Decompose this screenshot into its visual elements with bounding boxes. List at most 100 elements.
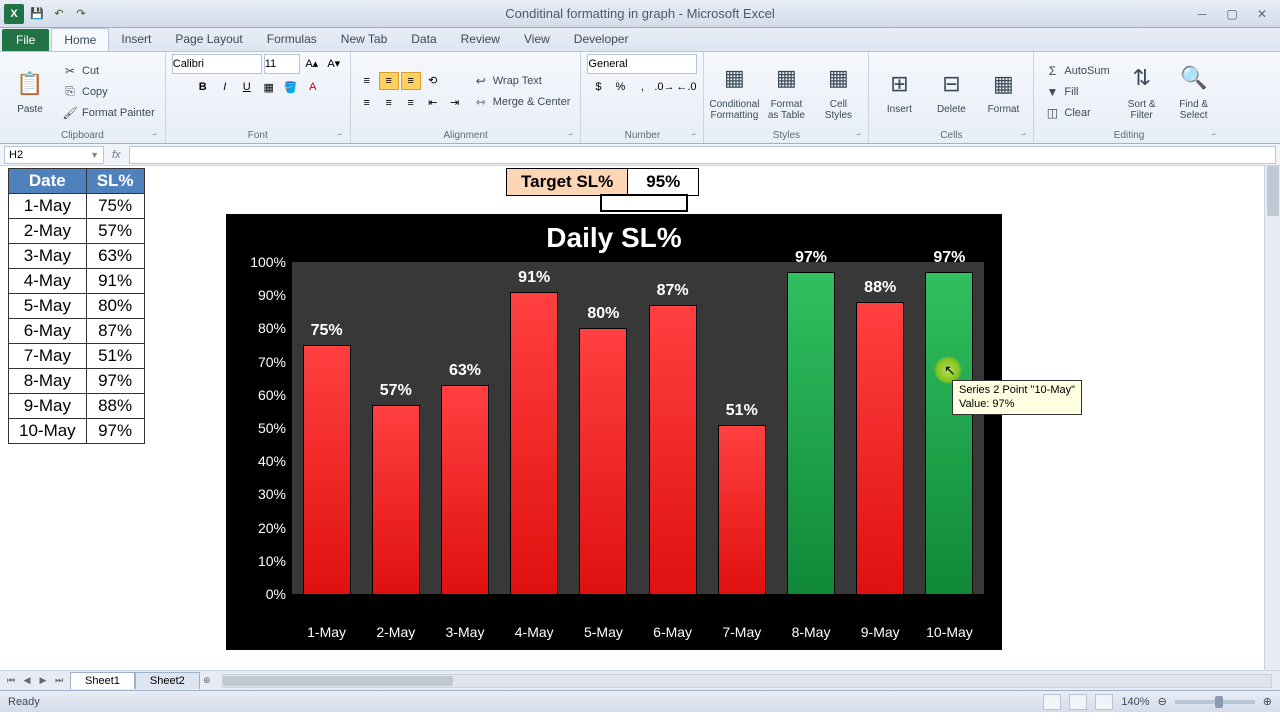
- table-cell[interactable]: 1-May: [9, 194, 87, 219]
- normal-view-button[interactable]: [1043, 694, 1061, 710]
- sheet-nav-next[interactable]: ▶: [36, 674, 50, 688]
- undo-icon[interactable]: ↶: [50, 5, 68, 23]
- chart-bar[interactable]: 97%: [925, 272, 973, 594]
- table-cell[interactable]: 91%: [86, 269, 144, 294]
- table-cell[interactable]: 57%: [86, 219, 144, 244]
- ribbon-tab-new-tab[interactable]: New Tab: [329, 28, 399, 51]
- merge-center-button[interactable]: ⇿Merge & Center: [469, 92, 575, 112]
- percent-button[interactable]: %: [610, 78, 630, 96]
- table-cell[interactable]: 88%: [86, 394, 144, 419]
- horizontal-scrollbar[interactable]: [222, 674, 1272, 688]
- dec-decimal-button[interactable]: ←.0: [676, 78, 696, 96]
- plot-area[interactable]: 75%57%63%91%80%87%51%97%88%97%: [292, 262, 984, 594]
- table-row[interactable]: 10-May97%: [9, 419, 145, 444]
- table-row[interactable]: 3-May63%: [9, 244, 145, 269]
- table-cell[interactable]: 97%: [86, 419, 144, 444]
- ribbon-tab-home[interactable]: Home: [51, 28, 109, 51]
- currency-button[interactable]: $: [588, 78, 608, 96]
- table-cell[interactable]: 7-May: [9, 344, 87, 369]
- table-cell[interactable]: 8-May: [9, 369, 87, 394]
- table-row[interactable]: 2-May57%: [9, 219, 145, 244]
- minimize-button[interactable]: ─: [1188, 4, 1216, 24]
- scroll-thumb[interactable]: [1267, 166, 1279, 216]
- ribbon-tab-data[interactable]: Data: [399, 28, 448, 51]
- indent-dec-button[interactable]: ⇤: [423, 94, 443, 112]
- bold-button[interactable]: B: [193, 78, 213, 96]
- table-cell[interactable]: 6-May: [9, 319, 87, 344]
- table-cell[interactable]: 97%: [86, 369, 144, 394]
- close-button[interactable]: ✕: [1248, 4, 1276, 24]
- format-painter-button[interactable]: 🖌Format Painter: [58, 103, 159, 123]
- page-break-view-button[interactable]: [1095, 694, 1113, 710]
- redo-icon[interactable]: ↷: [72, 5, 90, 23]
- table-row[interactable]: 5-May80%: [9, 294, 145, 319]
- ribbon-tab-page-layout[interactable]: Page Layout: [163, 28, 254, 51]
- ribbon-tab-view[interactable]: View: [512, 28, 562, 51]
- table-cell[interactable]: 10-May: [9, 419, 87, 444]
- ribbon-tab-formulas[interactable]: Formulas: [255, 28, 329, 51]
- orientation-button[interactable]: ⟲: [423, 72, 443, 90]
- sheet-nav-first[interactable]: ⏮: [4, 674, 18, 688]
- number-format-select[interactable]: [587, 54, 697, 74]
- sort-filter-button[interactable]: ⇅Sort & Filter: [1118, 61, 1166, 123]
- chart-bar[interactable]: 91%: [510, 292, 558, 594]
- table-cell[interactable]: 51%: [86, 344, 144, 369]
- vertical-scrollbar[interactable]: [1264, 166, 1280, 670]
- sheet-tab[interactable]: Sheet2: [135, 672, 200, 689]
- zoom-in-button[interactable]: ⊕: [1263, 695, 1272, 708]
- chart-bar[interactable]: 51%: [718, 425, 766, 594]
- table-cell[interactable]: 5-May: [9, 294, 87, 319]
- sheet-tab[interactable]: Sheet1: [70, 672, 135, 689]
- table-cell[interactable]: 80%: [86, 294, 144, 319]
- formula-input[interactable]: [129, 146, 1276, 164]
- paste-button[interactable]: 📋 Paste: [6, 66, 54, 117]
- chart-bar[interactable]: 63%: [441, 385, 489, 594]
- chart-bar[interactable]: 87%: [649, 305, 697, 594]
- wrap-text-button[interactable]: ↩Wrap Text: [469, 71, 575, 91]
- font-color-button[interactable]: A: [303, 78, 323, 96]
- table-cell[interactable]: 2-May: [9, 219, 87, 244]
- table-row[interactable]: 8-May97%: [9, 369, 145, 394]
- table-row[interactable]: 6-May87%: [9, 319, 145, 344]
- chart-bar[interactable]: 75%: [303, 345, 351, 594]
- ribbon-tab-insert[interactable]: Insert: [109, 28, 163, 51]
- insert-cells-button[interactable]: ⊞Insert: [875, 66, 923, 117]
- autosum-button[interactable]: ΣAutoSum: [1040, 61, 1113, 81]
- worksheet-area[interactable]: DateSL% 1-May75%2-May57%3-May63%4-May91%…: [0, 166, 1280, 670]
- comma-button[interactable]: ,: [632, 78, 652, 96]
- conditional-formatting-button[interactable]: ▦Conditional Formatting: [710, 61, 758, 123]
- fill-color-button[interactable]: 🪣: [281, 78, 301, 96]
- table-row[interactable]: 7-May51%: [9, 344, 145, 369]
- chart-bar[interactable]: 57%: [372, 405, 420, 594]
- font-name-select[interactable]: [172, 54, 262, 74]
- table-row[interactable]: 9-May88%: [9, 394, 145, 419]
- align-right-button[interactable]: ≡: [401, 94, 421, 112]
- save-icon[interactable]: 💾: [28, 5, 46, 23]
- scroll-thumb[interactable]: [223, 676, 453, 686]
- indent-inc-button[interactable]: ⇥: [445, 94, 465, 112]
- name-box[interactable]: H2▼: [4, 146, 104, 164]
- delete-cells-button[interactable]: ⊟Delete: [927, 66, 975, 117]
- table-cell[interactable]: 63%: [86, 244, 144, 269]
- table-header[interactable]: SL%: [86, 169, 144, 194]
- ribbon-tab-review[interactable]: Review: [449, 28, 512, 51]
- inc-decimal-button[interactable]: .0→: [654, 78, 674, 96]
- format-cells-button[interactable]: ▦Format: [979, 66, 1027, 117]
- maximize-button[interactable]: ▢: [1218, 4, 1246, 24]
- table-header[interactable]: Date: [9, 169, 87, 194]
- chart[interactable]: Daily SL% 0%10%20%30%40%50%60%70%80%90%1…: [226, 214, 1002, 650]
- table-cell[interactable]: 75%: [86, 194, 144, 219]
- align-left-button[interactable]: ≡: [357, 94, 377, 112]
- align-center-button[interactable]: ≡: [379, 94, 399, 112]
- chart-bar[interactable]: 80%: [579, 328, 627, 594]
- copy-button[interactable]: ⎘Copy: [58, 82, 159, 102]
- sheet-nav-last[interactable]: ⏭: [52, 674, 66, 688]
- font-size-select[interactable]: [264, 54, 300, 74]
- table-cell[interactable]: 3-May: [9, 244, 87, 269]
- file-tab[interactable]: File: [2, 29, 49, 51]
- underline-button[interactable]: U: [237, 78, 257, 96]
- italic-button[interactable]: I: [215, 78, 235, 96]
- align-bottom-button[interactable]: ≡: [401, 72, 421, 90]
- find-select-button[interactable]: 🔍Find & Select: [1170, 61, 1218, 123]
- sheet-nav-prev[interactable]: ◀: [20, 674, 34, 688]
